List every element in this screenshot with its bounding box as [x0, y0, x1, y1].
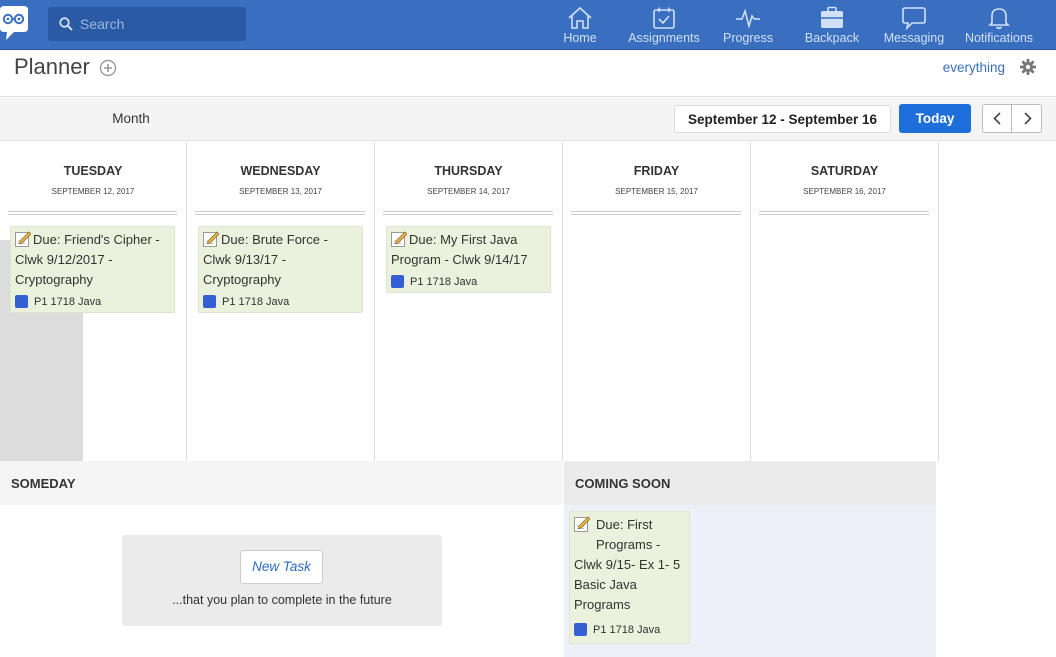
task-title-line: Cryptography: [203, 272, 282, 287]
task-title: Due: First Programs - Clwk 9/15- Ex 1- 5…: [574, 515, 685, 615]
day-name: SATURDAY: [810, 164, 879, 178]
day-divider: [195, 211, 365, 215]
new-task-prompt: New Task ...that you plan to complete in…: [122, 535, 442, 626]
task-card[interactable]: Due: First Programs - Clwk 9/15- Ex 1- 5…: [569, 511, 690, 644]
task-title: Due: Brute Force - Clwk 9/13/17 - Crypto…: [203, 230, 358, 290]
assignments-icon: [653, 7, 675, 29]
new-task-button[interactable]: New Task: [240, 550, 323, 584]
day-divider: [759, 211, 929, 215]
course-label: P1 1718 Java: [34, 296, 102, 308]
task-title: Due: My First Java Program - Clwk 9/14/1…: [391, 230, 546, 270]
filter-everything-link[interactable]: everything: [943, 60, 1005, 75]
nav-assignments[interactable]: Assignments: [626, 0, 702, 50]
search-input[interactable]: [80, 7, 240, 41]
course-label: P1 1718 Java: [222, 296, 290, 308]
planner-header: Planner everything: [0, 51, 1056, 97]
day-date: SEPTEMBER 12, 2017: [51, 187, 135, 196]
task-title-line: Programs -: [596, 537, 661, 552]
course-color-swatch: [574, 623, 587, 636]
task-title-line: Due: First: [596, 517, 653, 532]
day-column-saturday: SATURDAY SEPTEMBER 16, 2017: [751, 142, 939, 461]
day-column-friday: FRIDAY SEPTEMBER 15, 2017: [563, 142, 751, 461]
day-date: SEPTEMBER 14, 2017: [427, 187, 510, 196]
day-divider: [383, 211, 553, 215]
day-name: THURSDAY: [434, 164, 503, 178]
task-title-line: Due: Friend's Cipher -: [33, 232, 160, 247]
task-title: Due: Friend's Cipher - Clwk 9/12/2017 - …: [15, 230, 170, 290]
task-title-line: Clwk 9/12/2017 -: [15, 252, 113, 267]
nav-assignments-label: Assignments: [628, 31, 700, 45]
progress-icon: [736, 8, 760, 29]
chevron-left-icon: [993, 112, 1001, 125]
course-label: P1 1718 Java: [410, 276, 478, 288]
task-title-line: Due: Brute Force -: [221, 232, 328, 247]
day-divider: [8, 211, 177, 215]
edmodo-logo-icon[interactable]: [0, 6, 30, 42]
nav-progress[interactable]: Progress: [720, 0, 776, 50]
task-title-line: Clwk 9/13/17 -: [203, 252, 287, 267]
previous-week-button[interactable]: [983, 105, 1012, 132]
calendar-toolbar: Week Month September 12 - September 16 T…: [0, 98, 1056, 559]
new-task-hint: ...that you plan to complete in the futu…: [172, 593, 392, 607]
next-week-button[interactable]: [1013, 105, 1042, 132]
course-label: P1 1718 Java: [593, 624, 661, 636]
task-title-line: Program - Clwk 9/14/17: [391, 252, 528, 267]
nav-home[interactable]: Home: [556, 0, 604, 50]
task-title-line: Due: My First Java: [409, 232, 518, 247]
gear-icon[interactable]: [1020, 59, 1036, 75]
coming-soon-heading: COMING SOON: [575, 476, 671, 491]
day-column-thursday: THURSDAY SEPTEMBER 14, 2017 Due: My Firs…: [375, 142, 563, 461]
task-card[interactable]: Due: Friend's Cipher - Clwk 9/12/2017 - …: [10, 226, 175, 313]
course-tag: P1 1718 Java: [574, 620, 660, 640]
search-box[interactable]: [48, 7, 246, 41]
date-range-display: September 12 - September 16: [674, 105, 891, 133]
tab-month[interactable]: Month: [83, 98, 179, 140]
week-grid: TUESDAY SEPTEMBER 12, 2017 Due: Friend's…: [0, 142, 1056, 461]
week-pager: [982, 104, 1042, 133]
nav-backpack-label: Backpack: [804, 31, 860, 45]
day-column-wednesday: WEDNESDAY SEPTEMBER 13, 2017 Due: Brute …: [187, 142, 375, 461]
nav-messaging-label: Messaging: [883, 31, 945, 45]
backpack-icon: [821, 6, 843, 28]
course-tag: P1 1718 Java: [15, 292, 101, 312]
add-circle-icon[interactable]: [99, 59, 117, 77]
home-icon: [568, 6, 592, 29]
task-card[interactable]: Due: Brute Force - Clwk 9/13/17 - Crypto…: [198, 226, 363, 313]
course-color-swatch: [391, 275, 404, 288]
day-date: SEPTEMBER 13, 2017: [239, 187, 322, 196]
course-color-swatch: [203, 295, 216, 308]
day-date: SEPTEMBER 15, 2017: [615, 187, 698, 196]
day-name: FRIDAY: [633, 164, 680, 178]
nav-home-label: Home: [563, 31, 597, 45]
chevron-right-icon: [1024, 112, 1032, 125]
day-divider: [571, 211, 741, 215]
coming-soon-panel: Due: First Programs - Clwk 9/15- Ex 1- 5…: [564, 505, 936, 657]
nav-backpack[interactable]: Backpack: [800, 0, 864, 50]
notifications-icon: [988, 8, 1010, 30]
task-title-line: Basic Java: [574, 577, 637, 592]
course-color-swatch: [15, 295, 28, 308]
course-tag: P1 1718 Java: [203, 292, 289, 312]
day-date: SEPTEMBER 16, 2017: [803, 187, 886, 196]
task-title-line: Programs: [574, 597, 631, 612]
day-name: WEDNESDAY: [240, 164, 321, 178]
course-tag: P1 1718 Java: [391, 272, 477, 292]
nav-notifications[interactable]: Notifications: [962, 0, 1036, 50]
day-name: TUESDAY: [63, 164, 123, 178]
task-title-line: Clwk 9/15- Ex 1- 5: [574, 557, 681, 572]
task-title-line: Cryptography: [15, 272, 94, 287]
task-card[interactable]: Due: My First Java Program - Clwk 9/14/1…: [386, 226, 551, 293]
top-navigation-bar: Home Assignments Progress Backpack Messa…: [0, 0, 1056, 50]
nav-progress-label: Progress: [722, 31, 774, 45]
coming-soon-header: COMING SOON: [564, 461, 936, 505]
page-title: Planner: [14, 54, 90, 79]
day-column-tuesday: TUESDAY SEPTEMBER 12, 2017 Due: Friend's…: [0, 142, 187, 461]
search-icon: [59, 17, 73, 31]
nav-messaging[interactable]: Messaging: [882, 0, 946, 50]
someday-heading: SOMEDAY: [11, 476, 76, 491]
today-button[interactable]: Today: [899, 104, 971, 133]
nav-notifications-label: Notifications: [964, 31, 1034, 45]
someday-header: SOMEDAY: [0, 461, 563, 505]
messaging-icon: [902, 7, 926, 30]
